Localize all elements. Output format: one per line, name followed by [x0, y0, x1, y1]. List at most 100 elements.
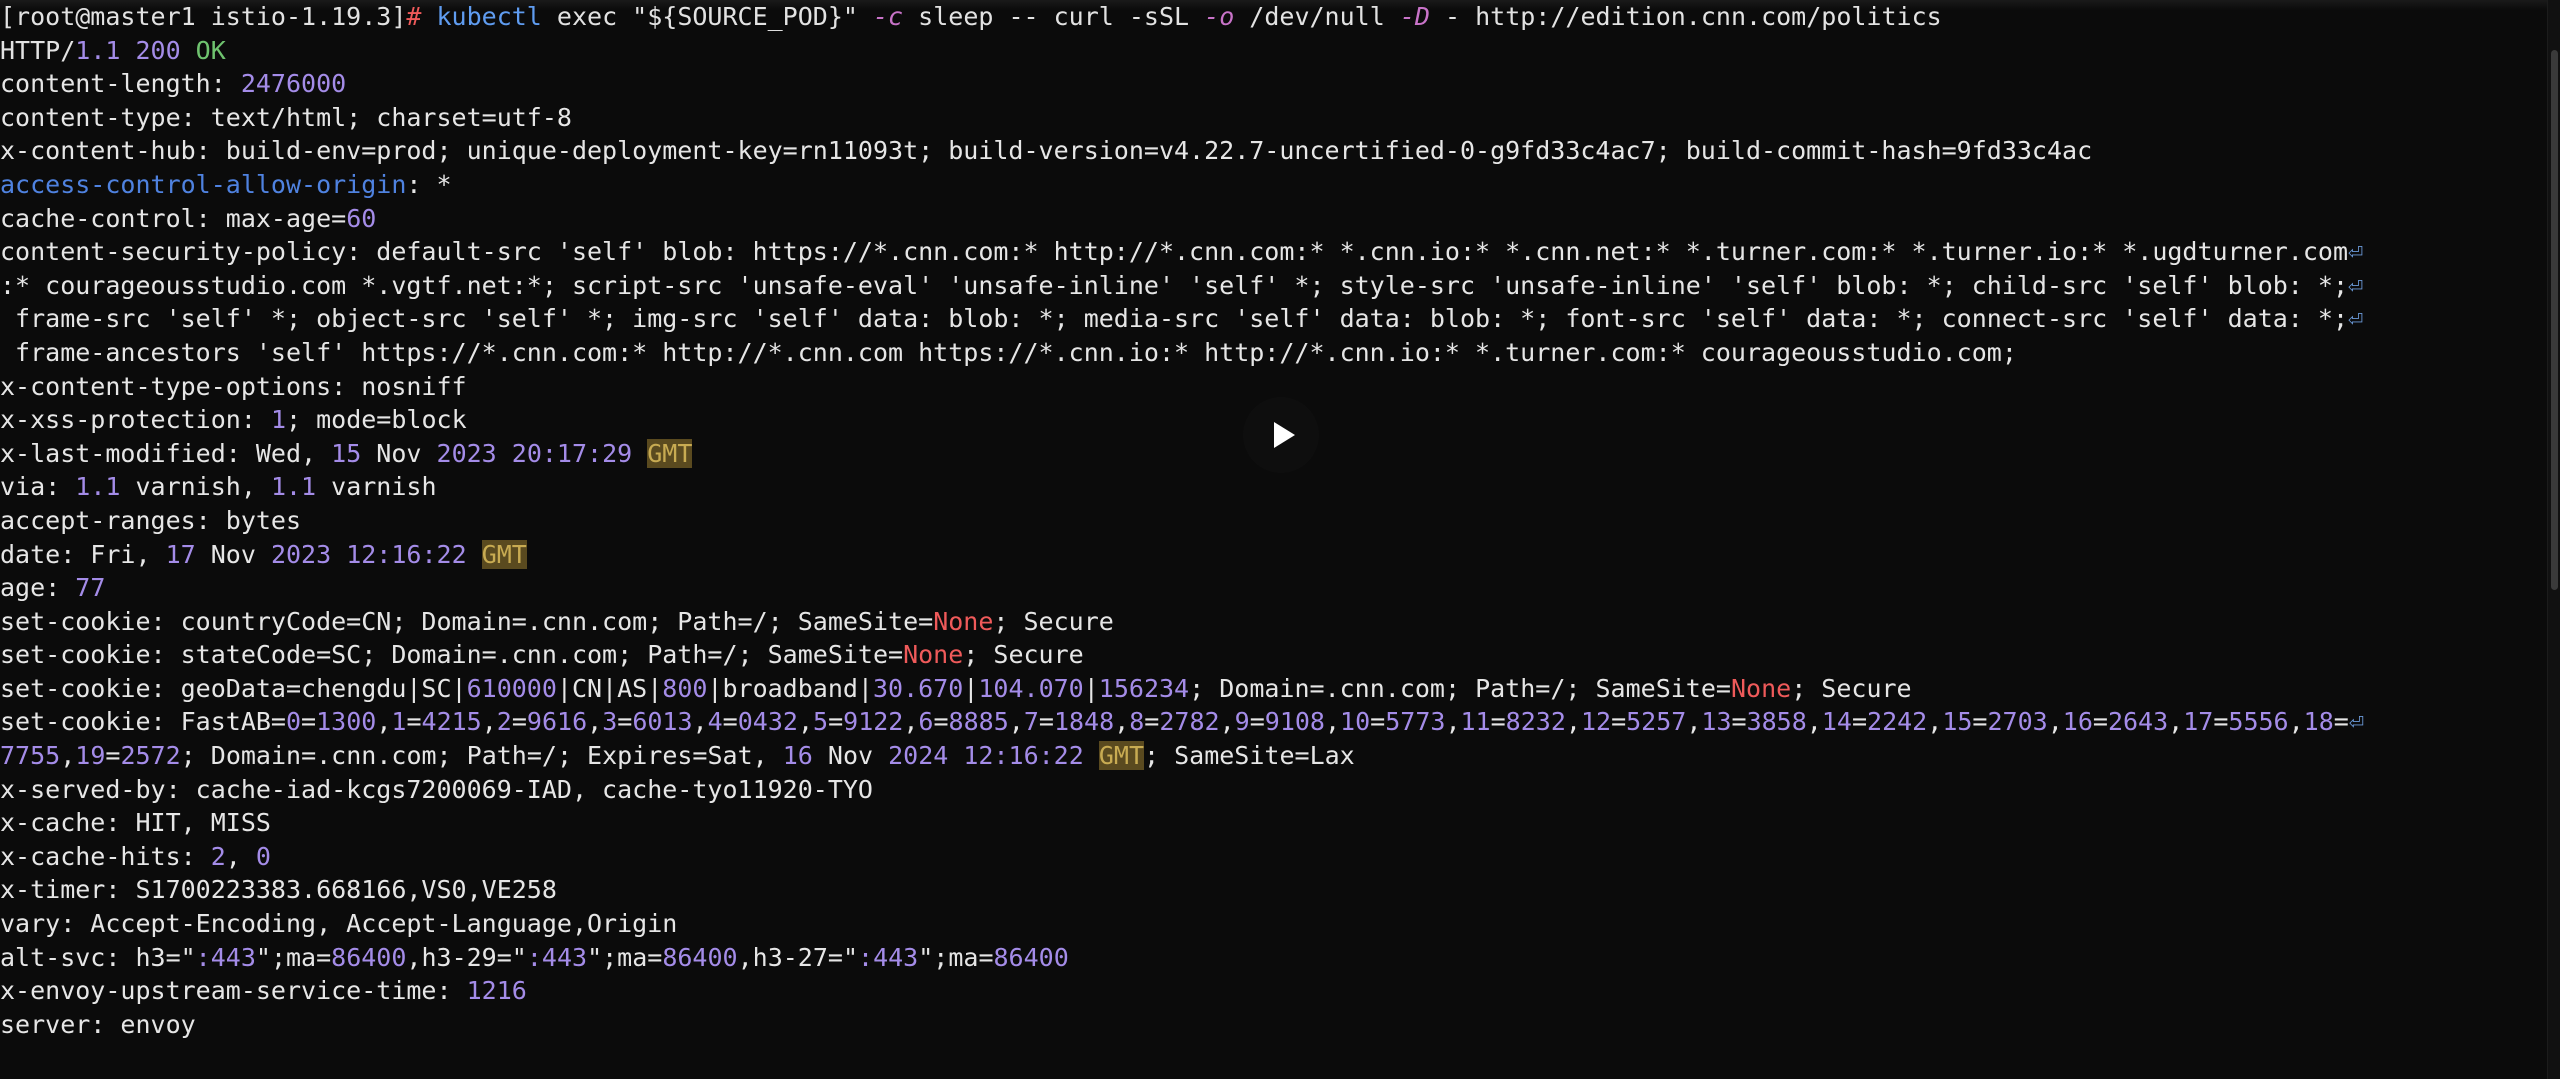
text-segment: 0	[255, 841, 271, 871]
text-segment: 3858	[1746, 707, 1807, 737]
output-line: set-cookie: geoData=chengdu|SC|610000|CN…	[0, 672, 2545, 706]
text-segment: ,h3-27="	[737, 942, 859, 972]
text-segment: =	[2213, 707, 2229, 737]
text-segment: 2024 12:16:22	[888, 741, 1084, 771]
text-segment: GMT	[1098, 741, 1144, 771]
text-segment: 104.070	[978, 673, 1084, 703]
text-segment: ";ma=	[918, 942, 994, 972]
text-segment: 15	[1942, 707, 1973, 737]
output-line: date: Fri, 17 Nov 2023 12:16:22 GMT	[0, 538, 2545, 572]
line-wrap-icon: ⏎	[2348, 237, 2364, 267]
text-segment: ; Secure	[963, 640, 1084, 670]
output-line: 7755,19=2572; Domain=.cnn.com; Path=/; E…	[0, 739, 2545, 773]
text-segment: cache-control: max-age=	[0, 203, 347, 233]
text-segment: |broadband|	[707, 673, 873, 703]
text-segment: GMT	[647, 438, 693, 468]
text-segment: 2476000	[240, 69, 347, 99]
text-segment: 7755	[0, 741, 61, 771]
text-segment: ,	[2168, 707, 2184, 737]
text-segment: x-cache: HIT, MISS	[0, 808, 271, 838]
text-segment: 2023 20:17:29	[436, 438, 633, 468]
text-segment: 8232	[1505, 707, 1566, 737]
text-segment: :* courageousstudio.com *.vgtf.net:*; sc…	[0, 270, 2348, 300]
text-segment: 0	[285, 707, 302, 737]
output-line: content-type: text/html; charset=utf-8	[0, 101, 2545, 135]
text-segment: 14	[1821, 707, 1852, 737]
output-line: x-envoy-upstream-service-time: 1216	[0, 974, 2545, 1008]
command-prompt-line: [root@master1 istio-1.19.3]# kubectl exe…	[0, 0, 2545, 34]
text-segment: |	[1083, 673, 1099, 703]
output-line: cache-control: max-age=60	[0, 202, 2545, 236]
text-segment: 17	[2183, 707, 2214, 737]
text-segment: 86400	[331, 942, 407, 972]
text-segment: =	[933, 707, 949, 737]
text-segment: ; Secure	[993, 606, 1114, 636]
text-segment: 12	[1580, 707, 1612, 737]
text-segment: ,	[2047, 707, 2063, 737]
text-segment: =	[2092, 707, 2108, 737]
text-segment	[467, 540, 482, 569]
text-segment: =	[722, 707, 738, 737]
text-segment: ; SameSite=Lax	[1144, 741, 1355, 771]
text-segment: =	[406, 707, 422, 737]
text-segment: =	[511, 707, 527, 737]
scrollbar[interactable]	[2547, 0, 2560, 1079]
text-segment: HTTP/	[0, 35, 76, 65]
text-segment: 800	[662, 673, 708, 703]
text-segment: x-envoy-upstream-service-time:	[0, 976, 467, 1006]
text-segment: /dev/null	[1234, 2, 1400, 31]
text-segment: ,	[1565, 707, 1581, 737]
text-segment: x-content-type-options: nosniff	[0, 371, 467, 401]
text-segment: 86400	[662, 942, 738, 972]
text-segment: 6	[918, 707, 934, 737]
text-segment: 60	[346, 203, 377, 233]
text-segment: =	[2333, 707, 2349, 737]
output-line: :* courageousstudio.com *.vgtf.net:*; sc…	[0, 269, 2545, 303]
text-segment: 1.1	[75, 472, 121, 502]
output-line: x-timer: S1700223383.668166,VS0,VE258	[0, 873, 2545, 907]
text-segment: server: envoy	[0, 1009, 196, 1039]
text-segment: None	[1730, 673, 1792, 703]
text-segment: ,	[692, 707, 708, 737]
text-segment: ";ma=	[255, 942, 332, 972]
text-segment: 2703	[1987, 707, 2048, 737]
text-segment: ,	[1806, 707, 1822, 737]
text-segment: exec "${SOURCE_POD}"	[541, 2, 873, 31]
text-segment: :443	[858, 942, 919, 972]
line-wrap-icon: ⏎	[2348, 270, 2364, 300]
output-line: frame-src 'self' *; object-src 'self' *;…	[0, 302, 2545, 336]
text-segment: set-cookie: countryCode=CN; Domain=.cnn.…	[0, 606, 934, 636]
text-segment: vary: Accept-Encoding, Accept-Language,O…	[0, 909, 678, 939]
text-segment: 10	[1340, 707, 1371, 737]
text-segment: 9108	[1264, 707, 1325, 737]
scrollbar-thumb[interactable]	[2551, 50, 2558, 590]
text-segment: 9616	[526, 707, 588, 737]
text-segment: 16	[2062, 707, 2093, 737]
text-segment: =	[1038, 707, 1054, 737]
text-segment: ; Secure	[1791, 673, 1912, 703]
text-segment: OK	[180, 35, 226, 65]
text-segment: 1848	[1053, 707, 1115, 737]
text-segment: 15	[331, 438, 362, 468]
terminal-window[interactable]: [root@master1 istio-1.19.3]# kubectl exe…	[0, 0, 2560, 1079]
text-segment: =	[1370, 707, 1386, 737]
text-segment: 17	[165, 539, 196, 569]
line-wrap-icon: ⏎	[2348, 304, 2364, 334]
output-line: x-cache: HIT, MISS	[0, 806, 2545, 840]
text-segment: Nov	[195, 539, 271, 569]
text-segment: 2242	[1867, 707, 1928, 737]
output-line: via: 1.1 varnish, 1.1 varnish	[0, 470, 2545, 504]
text-segment: 4215	[421, 707, 482, 737]
text-segment: ,	[1927, 707, 1943, 737]
text-segment: =	[301, 707, 317, 737]
text-segment: set-cookie: FastAB=	[0, 707, 286, 737]
text-segment: date: Fri,	[0, 539, 166, 569]
text-segment: None	[933, 606, 994, 636]
play-icon	[1273, 422, 1295, 448]
text-segment: set-cookie: geoData=chengdu|SC|	[0, 673, 467, 703]
text-segment: varnish,	[120, 472, 271, 502]
text-segment: =	[1731, 707, 1747, 737]
video-play-button[interactable]	[1243, 397, 1319, 473]
text-segment: ,	[1445, 707, 1461, 737]
text-segment: 2643	[2107, 707, 2169, 737]
